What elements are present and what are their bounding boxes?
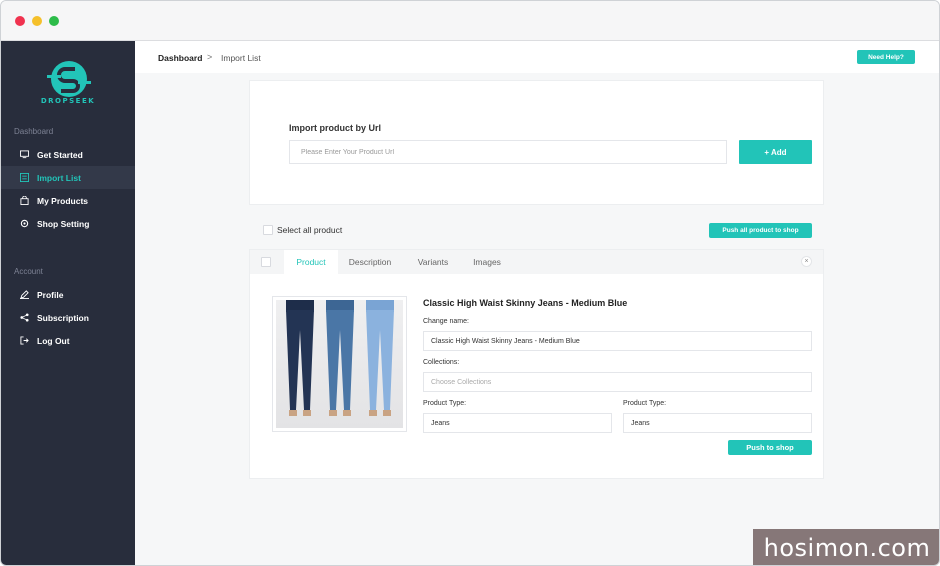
collections-select[interactable]: Choose Collections bbox=[423, 372, 812, 392]
change-name-input[interactable]: Classic High Waist Skinny Jeans - Medium… bbox=[423, 331, 812, 351]
sidebar-item-label: Shop Setting bbox=[37, 218, 90, 229]
push-to-shop-button[interactable]: Push to shop bbox=[728, 440, 812, 455]
breadcrumb-import-list: Import List bbox=[221, 53, 261, 63]
sidebar-item-label: Log Out bbox=[37, 335, 70, 346]
product-url-input[interactable] bbox=[289, 140, 727, 164]
product-type-label-2: Product Type: bbox=[623, 400, 667, 407]
bag-icon bbox=[19, 196, 29, 206]
jeans-photo bbox=[276, 300, 403, 428]
select-all-product[interactable]: Select all product bbox=[263, 225, 342, 235]
need-help-button[interactable]: Need Help? bbox=[857, 50, 915, 64]
push-all-button[interactable]: Push all product to shop bbox=[709, 223, 812, 238]
select-all-checkbox[interactable] bbox=[263, 225, 273, 235]
import-title: Import product by Url bbox=[289, 123, 381, 133]
pen-icon bbox=[19, 290, 29, 300]
gear-icon bbox=[19, 219, 29, 229]
breadcrumb-separator: > bbox=[207, 52, 213, 62]
product-checkbox[interactable] bbox=[261, 257, 271, 267]
add-button[interactable]: + Add bbox=[739, 140, 812, 164]
sidebar-item-label: Profile bbox=[37, 289, 64, 300]
section-label-dashboard: Dashboard bbox=[14, 127, 54, 136]
share-icon bbox=[19, 313, 29, 323]
section-label-account: Account bbox=[14, 267, 43, 276]
tab-variants[interactable]: Variants bbox=[408, 250, 458, 274]
import-card: Import product by Url + Add bbox=[250, 81, 823, 204]
app-window: DROPSEEK Dashboard Get Started Import Li… bbox=[0, 0, 940, 566]
collections-label: Collections: bbox=[423, 359, 460, 366]
product-type-label: Product Type: bbox=[423, 400, 467, 407]
window-titlebar bbox=[1, 1, 939, 41]
top-bar: Dashboard > Import List Need Help? bbox=[135, 41, 939, 73]
sidebar-item-import-list[interactable]: Import List bbox=[1, 166, 135, 189]
sidebar-item-label: My Products bbox=[37, 195, 89, 206]
watermark: hosimon.com bbox=[753, 529, 939, 565]
product-title: Classic High Waist Skinny Jeans - Medium… bbox=[423, 298, 628, 308]
tab-images[interactable]: Images bbox=[464, 250, 510, 274]
select-all-label: Select all product bbox=[277, 225, 343, 235]
sidebar-item-label: Get Started bbox=[37, 149, 83, 160]
minimize-window-button[interactable] bbox=[32, 16, 42, 26]
tab-description[interactable]: Description bbox=[342, 250, 398, 274]
sidebar-item-get-started[interactable]: Get Started bbox=[1, 143, 135, 166]
product-image bbox=[272, 296, 407, 432]
sidebar-item-my-products[interactable]: My Products bbox=[1, 189, 135, 212]
jeans-illustration bbox=[286, 300, 394, 416]
sidebar: DROPSEEK Dashboard Get Started Import Li… bbox=[1, 41, 135, 565]
sidebar-item-profile[interactable]: Profile bbox=[1, 283, 135, 306]
breadcrumb-dashboard[interactable]: Dashboard bbox=[158, 53, 202, 63]
product-tabbar: Product Description Variants Images × bbox=[250, 250, 823, 274]
close-window-button[interactable] bbox=[15, 16, 25, 26]
sidebar-item-label: Import List bbox=[37, 172, 81, 183]
tab-product[interactable]: Product bbox=[284, 250, 338, 274]
product-card: Product Description Variants Images × Cl… bbox=[250, 250, 823, 478]
list-icon bbox=[19, 173, 29, 183]
maximize-window-button[interactable] bbox=[49, 16, 59, 26]
change-name-label: Change name: bbox=[423, 318, 469, 325]
brand-name: DROPSEEK bbox=[40, 97, 96, 105]
sidebar-item-subscription[interactable]: Subscription bbox=[1, 306, 135, 329]
product-type-input-2[interactable]: Jeans bbox=[623, 413, 812, 433]
logout-icon bbox=[19, 336, 29, 346]
sidebar-item-shop-setting[interactable]: Shop Setting bbox=[1, 212, 135, 235]
product-type-input[interactable]: Jeans bbox=[423, 413, 612, 433]
close-icon[interactable]: × bbox=[801, 256, 812, 267]
monitor-icon bbox=[19, 150, 29, 160]
sidebar-item-label: Subscription bbox=[37, 312, 89, 323]
sidebar-item-log-out[interactable]: Log Out bbox=[1, 329, 135, 352]
